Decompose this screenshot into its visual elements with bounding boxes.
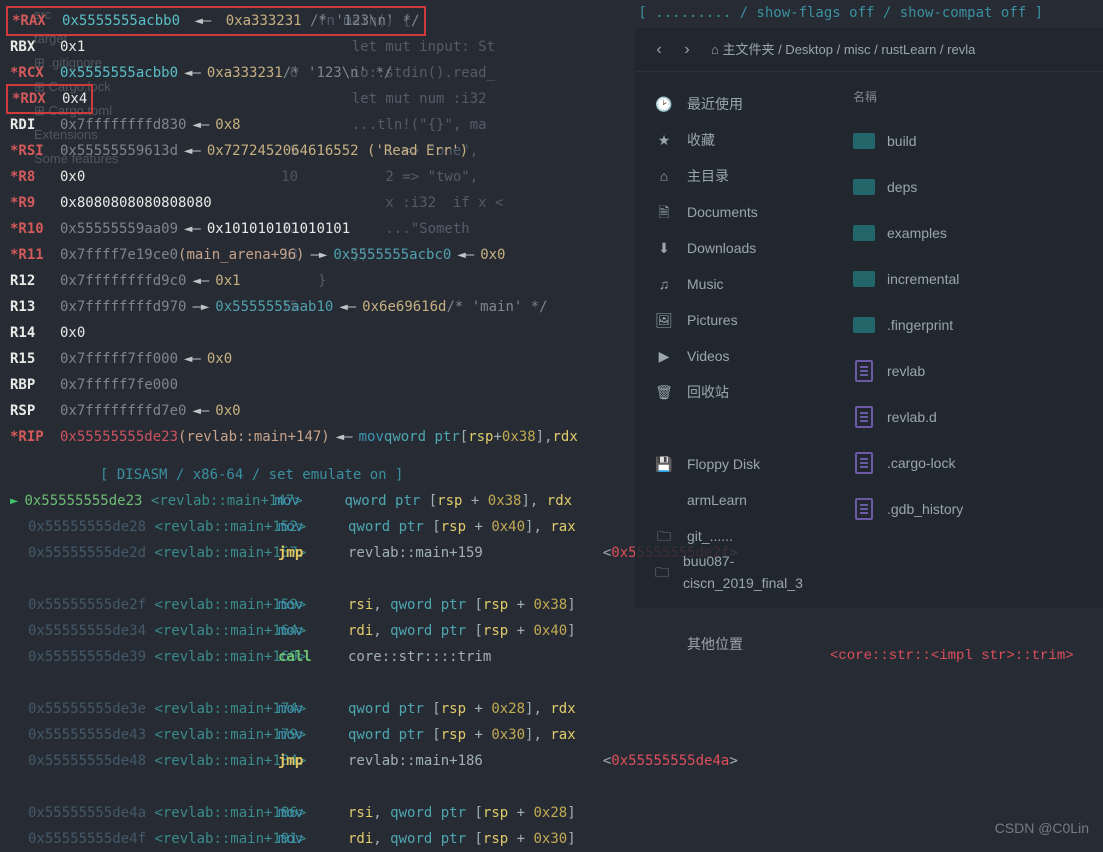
sidebar-item[interactable]: 🖼Pictures bbox=[635, 302, 835, 338]
sidebar-item[interactable] bbox=[635, 410, 835, 446]
fm-file-column[interactable]: 名稱 builddepsexamplesincremental.fingerpr… bbox=[835, 72, 1103, 608]
file-item[interactable]: .gdb_history bbox=[853, 486, 1085, 532]
file-item[interactable]: revlab.d bbox=[853, 394, 1085, 440]
sidebar-item[interactable]: ♫Music bbox=[635, 266, 835, 302]
file-item[interactable]: build bbox=[853, 118, 1085, 164]
sidebar-item[interactable]: 💾Floppy Disk bbox=[635, 446, 835, 482]
sidebar-item[interactable] bbox=[635, 590, 835, 626]
watermark: CSDN @C0Lin bbox=[995, 815, 1089, 841]
sidebar-item[interactable]: 🕑最近使用 bbox=[635, 86, 835, 122]
top-note: [ ......... / show-flags off / show-comp… bbox=[638, 0, 1043, 26]
breadcrumb[interactable]: ⌂ 主文件夹 / Desktop / misc / rustLearn / re… bbox=[711, 39, 975, 61]
file-item[interactable]: incremental bbox=[853, 256, 1085, 302]
file-item[interactable]: deps bbox=[853, 164, 1085, 210]
sidebar-item[interactable]: ▶Videos bbox=[635, 338, 835, 374]
back-button[interactable]: ‹ bbox=[645, 36, 673, 64]
file-item[interactable]: revlab bbox=[853, 348, 1085, 394]
file-item[interactable]: .cargo-lock bbox=[853, 440, 1085, 486]
forward-button[interactable]: › bbox=[673, 36, 701, 64]
sidebar-item[interactable]: 🗀git_...... bbox=[635, 518, 835, 554]
sidebar-item[interactable]: 🗀buu087-ciscn_2019_final_3 bbox=[635, 554, 835, 590]
sidebar-item[interactable]: 🗎Documents bbox=[635, 194, 835, 230]
sidebar-item[interactable]: armLearn bbox=[635, 482, 835, 518]
sidebar-item[interactable]: ⌂主目录 bbox=[635, 158, 835, 194]
sidebar-item[interactable]: 其他位置 bbox=[635, 626, 835, 662]
file-item[interactable]: .fingerprint bbox=[853, 302, 1085, 348]
fm-column-header: 名稱 bbox=[853, 86, 1085, 108]
fm-sidebar[interactable]: 🕑最近使用★收藏⌂主目录🗎Documents⬇Downloads♫Music🖼P… bbox=[635, 72, 835, 608]
sidebar-item[interactable]: ⬇Downloads bbox=[635, 230, 835, 266]
fm-toolbar: ‹ › ⌂ 主文件夹 / Desktop / misc / rustLearn … bbox=[635, 28, 1103, 72]
file-manager[interactable]: ‹ › ⌂ 主文件夹 / Desktop / misc / rustLearn … bbox=[635, 28, 1103, 608]
call-target-far: <core::str::<impl str>::trim> bbox=[830, 643, 1074, 669]
file-item[interactable]: examples bbox=[853, 210, 1085, 256]
sidebar-item[interactable]: ★收藏 bbox=[635, 122, 835, 158]
sidebar-item[interactable]: 🗑回收站 bbox=[635, 374, 835, 410]
